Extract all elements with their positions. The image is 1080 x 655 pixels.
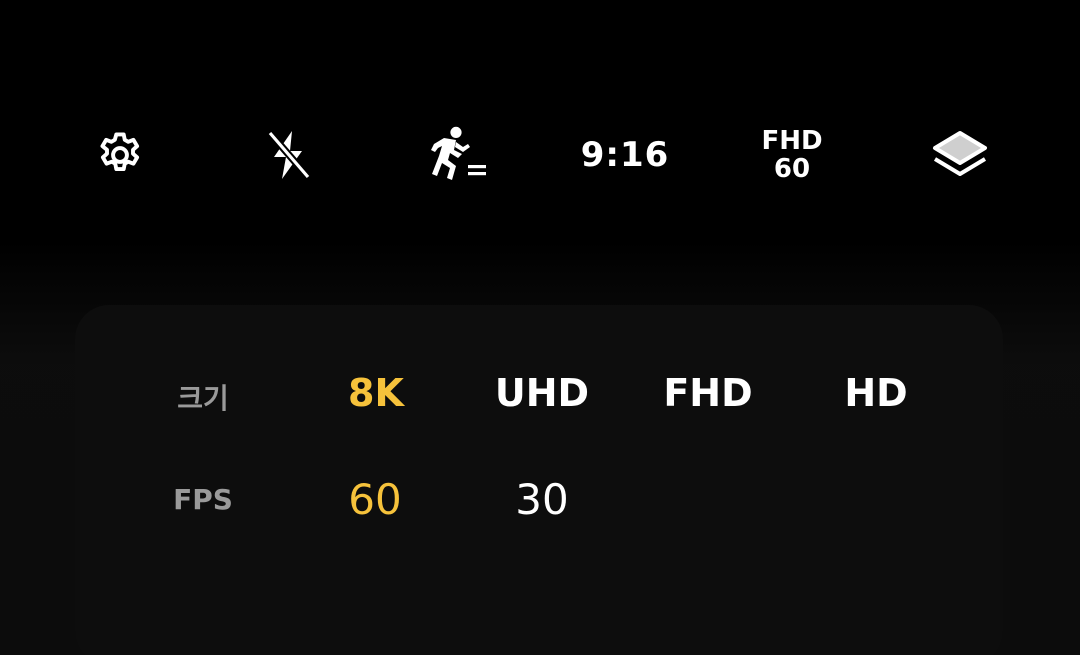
layers-icon [933,131,987,176]
size-option-hd[interactable]: HD [801,371,951,415]
resolution-panel: 크기 8K UHD FHD HD FPS 60 30 [75,305,1003,655]
gear-icon [100,132,140,172]
quality-fps: 60 [773,154,811,184]
size-option-8k[interactable]: 8K [301,371,451,415]
quality-resolution: FHD [761,126,823,156]
fps-option-60[interactable]: 60 [300,475,450,524]
motion-mode-button[interactable] [415,110,495,200]
filters-button[interactable] [920,110,1000,200]
top-toolbar: 9:16 FHD 60 [0,110,1080,200]
size-row-label: 크기 [177,382,229,415]
video-quality-label: FHD 60 [761,127,822,183]
aspect-ratio-label: 9:16 [580,135,670,175]
fps-option-30[interactable]: 30 [467,475,617,524]
video-quality-button[interactable]: FHD 60 [742,110,842,200]
flash-off-icon [267,130,311,180]
size-option-fhd[interactable]: FHD [633,371,783,415]
camera-screen: 9:16 FHD 60 크기 8K UHD FHD HD FPS 60 30 [0,0,1080,655]
fps-row-label: FPS [173,483,233,516]
flash-button[interactable] [248,110,328,200]
size-option-uhd[interactable]: UHD [467,371,617,415]
aspect-ratio-button[interactable]: 9:16 [570,110,680,200]
settings-button[interactable] [80,110,160,200]
running-person-icon [431,126,486,180]
